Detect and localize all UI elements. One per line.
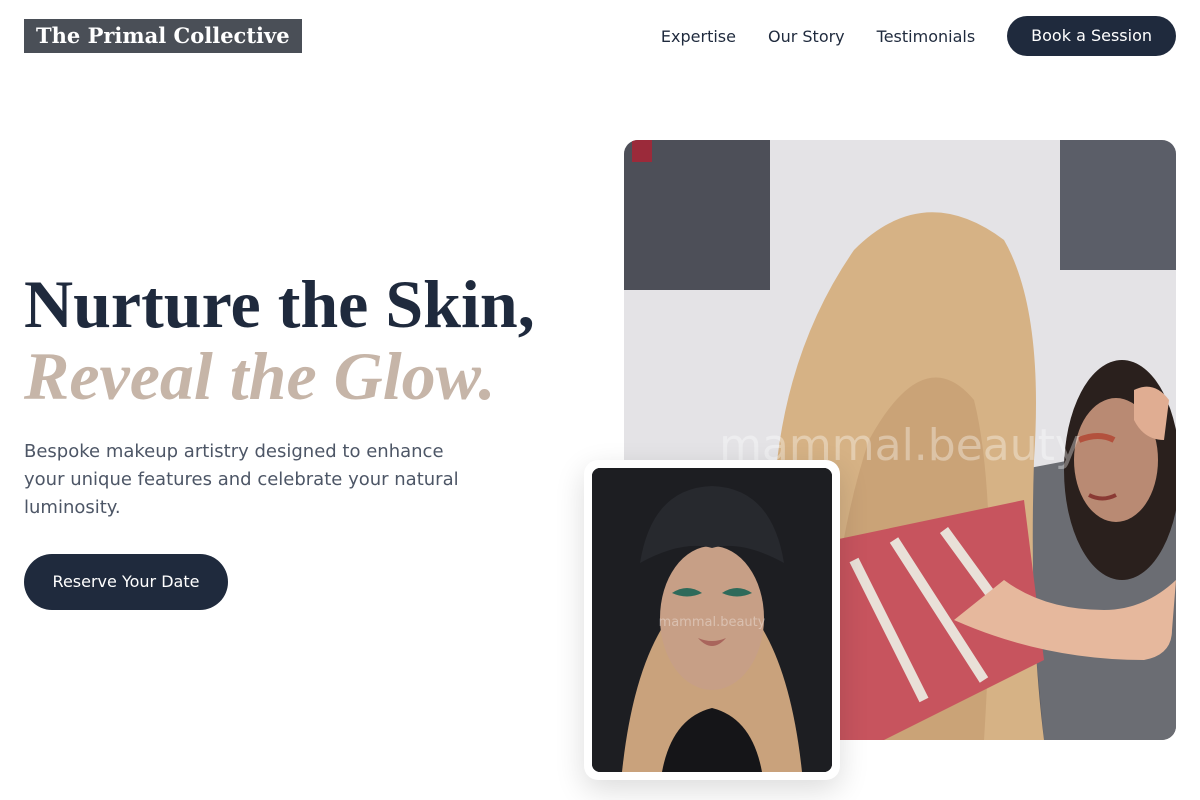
hero-title: Nurture the Skin, Reveal the Glow. <box>24 268 584 412</box>
hero-description: Bespoke makeup artistry designed to enha… <box>24 441 459 518</box>
reserve-date-button[interactable]: Reserve Your Date <box>24 554 228 610</box>
hero-title-line2: Reveal the Glow. <box>24 338 496 414</box>
nav-link-our-story[interactable]: Our Story <box>768 27 845 46</box>
brand-logo[interactable]: The Primal Collective <box>24 19 302 53</box>
main-nav: Expertise Our Story Testimonials Book a … <box>629 16 1176 56</box>
nav-link-testimonials[interactable]: Testimonials <box>877 27 976 46</box>
portrait-card: mammal.beauty <box>584 460 840 780</box>
nav-link-expertise[interactable]: Expertise <box>661 27 736 46</box>
book-session-button[interactable]: Book a Session <box>1007 16 1176 56</box>
hero-title-line1: Nurture the Skin, <box>24 266 535 342</box>
model-portrait-photo: mammal.beauty <box>592 468 832 772</box>
portrait-watermark: mammal.beauty <box>659 615 766 630</box>
